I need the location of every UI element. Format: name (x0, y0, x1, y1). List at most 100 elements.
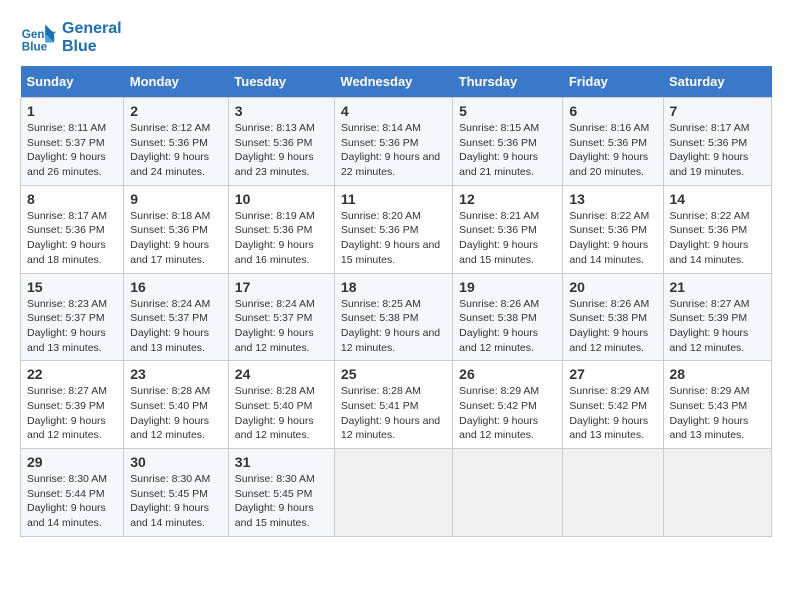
calendar-cell: 8 Sunrise: 8:17 AM Sunset: 5:36 PM Dayli… (21, 185, 124, 273)
day-number: 21 (670, 279, 766, 295)
day-info: Sunrise: 8:23 AM Sunset: 5:37 PM Dayligh… (27, 297, 117, 356)
calendar-cell: 5 Sunrise: 8:15 AM Sunset: 5:36 PM Dayli… (453, 98, 563, 186)
day-info: Sunrise: 8:28 AM Sunset: 5:40 PM Dayligh… (235, 384, 328, 443)
day-number: 6 (569, 103, 656, 119)
day-number: 26 (459, 366, 556, 382)
day-number: 9 (130, 191, 222, 207)
day-info: Sunrise: 8:16 AM Sunset: 5:36 PM Dayligh… (569, 121, 656, 180)
day-info: Sunrise: 8:27 AM Sunset: 5:39 PM Dayligh… (27, 384, 117, 443)
day-number: 17 (235, 279, 328, 295)
weekday-header-sunday: Sunday (21, 66, 124, 98)
day-number: 5 (459, 103, 556, 119)
page-header: General Blue GeneralBlue (20, 20, 772, 56)
calendar-cell: 28 Sunrise: 8:29 AM Sunset: 5:43 PM Dayl… (663, 361, 772, 449)
day-info: Sunrise: 8:22 AM Sunset: 5:36 PM Dayligh… (569, 209, 656, 268)
logo-text: GeneralBlue (62, 20, 122, 56)
calendar-cell: 10 Sunrise: 8:19 AM Sunset: 5:36 PM Dayl… (228, 185, 334, 273)
day-number: 24 (235, 366, 328, 382)
day-info: Sunrise: 8:18 AM Sunset: 5:36 PM Dayligh… (130, 209, 222, 268)
calendar-cell: 11 Sunrise: 8:20 AM Sunset: 5:36 PM Dayl… (334, 185, 452, 273)
day-info: Sunrise: 8:17 AM Sunset: 5:36 PM Dayligh… (27, 209, 117, 268)
weekday-header-friday: Friday (563, 66, 663, 98)
day-info: Sunrise: 8:25 AM Sunset: 5:38 PM Dayligh… (341, 297, 446, 356)
calendar-cell: 30 Sunrise: 8:30 AM Sunset: 5:45 PM Dayl… (124, 449, 229, 537)
calendar-cell: 20 Sunrise: 8:26 AM Sunset: 5:38 PM Dayl… (563, 273, 663, 361)
day-info: Sunrise: 8:30 AM Sunset: 5:44 PM Dayligh… (27, 472, 117, 531)
calendar-cell: 15 Sunrise: 8:23 AM Sunset: 5:37 PM Dayl… (21, 273, 124, 361)
calendar-cell: 16 Sunrise: 8:24 AM Sunset: 5:37 PM Dayl… (124, 273, 229, 361)
day-info: Sunrise: 8:24 AM Sunset: 5:37 PM Dayligh… (130, 297, 222, 356)
day-info: Sunrise: 8:20 AM Sunset: 5:36 PM Dayligh… (341, 209, 446, 268)
day-number: 23 (130, 366, 222, 382)
calendar-cell: 29 Sunrise: 8:30 AM Sunset: 5:44 PM Dayl… (21, 449, 124, 537)
logo: General Blue GeneralBlue (20, 20, 122, 56)
calendar-cell: 12 Sunrise: 8:21 AM Sunset: 5:36 PM Dayl… (453, 185, 563, 273)
day-number: 22 (27, 366, 117, 382)
calendar-cell (334, 449, 452, 537)
day-number: 29 (27, 454, 117, 470)
day-number: 16 (130, 279, 222, 295)
calendar-cell: 18 Sunrise: 8:25 AM Sunset: 5:38 PM Dayl… (334, 273, 452, 361)
day-info: Sunrise: 8:27 AM Sunset: 5:39 PM Dayligh… (670, 297, 766, 356)
calendar-cell: 24 Sunrise: 8:28 AM Sunset: 5:40 PM Dayl… (228, 361, 334, 449)
weekday-header-tuesday: Tuesday (228, 66, 334, 98)
weekday-header-thursday: Thursday (453, 66, 563, 98)
day-number: 10 (235, 191, 328, 207)
calendar-cell: 19 Sunrise: 8:26 AM Sunset: 5:38 PM Dayl… (453, 273, 563, 361)
day-number: 31 (235, 454, 328, 470)
day-info: Sunrise: 8:17 AM Sunset: 5:36 PM Dayligh… (670, 121, 766, 180)
calendar-cell: 22 Sunrise: 8:27 AM Sunset: 5:39 PM Dayl… (21, 361, 124, 449)
day-info: Sunrise: 8:29 AM Sunset: 5:43 PM Dayligh… (670, 384, 766, 443)
calendar-cell (453, 449, 563, 537)
day-number: 13 (569, 191, 656, 207)
calendar-cell: 9 Sunrise: 8:18 AM Sunset: 5:36 PM Dayli… (124, 185, 229, 273)
day-number: 28 (670, 366, 766, 382)
calendar-cell: 27 Sunrise: 8:29 AM Sunset: 5:42 PM Dayl… (563, 361, 663, 449)
day-info: Sunrise: 8:21 AM Sunset: 5:36 PM Dayligh… (459, 209, 556, 268)
day-info: Sunrise: 8:30 AM Sunset: 5:45 PM Dayligh… (130, 472, 222, 531)
day-info: Sunrise: 8:22 AM Sunset: 5:36 PM Dayligh… (670, 209, 766, 268)
calendar-cell: 23 Sunrise: 8:28 AM Sunset: 5:40 PM Dayl… (124, 361, 229, 449)
day-number: 25 (341, 366, 446, 382)
day-number: 12 (459, 191, 556, 207)
weekday-header-monday: Monday (124, 66, 229, 98)
weekday-header-saturday: Saturday (663, 66, 772, 98)
day-number: 1 (27, 103, 117, 119)
calendar-cell (563, 449, 663, 537)
day-info: Sunrise: 8:28 AM Sunset: 5:41 PM Dayligh… (341, 384, 446, 443)
day-number: 19 (459, 279, 556, 295)
logo-icon: General Blue (20, 20, 56, 56)
calendar-cell: 1 Sunrise: 8:11 AM Sunset: 5:37 PM Dayli… (21, 98, 124, 186)
day-info: Sunrise: 8:28 AM Sunset: 5:40 PM Dayligh… (130, 384, 222, 443)
weekday-header-wednesday: Wednesday (334, 66, 452, 98)
day-number: 14 (670, 191, 766, 207)
calendar-cell: 25 Sunrise: 8:28 AM Sunset: 5:41 PM Dayl… (334, 361, 452, 449)
calendar-cell: 31 Sunrise: 8:30 AM Sunset: 5:45 PM Dayl… (228, 449, 334, 537)
day-info: Sunrise: 8:26 AM Sunset: 5:38 PM Dayligh… (569, 297, 656, 356)
day-info: Sunrise: 8:30 AM Sunset: 5:45 PM Dayligh… (235, 472, 328, 531)
day-number: 30 (130, 454, 222, 470)
calendar-cell: 13 Sunrise: 8:22 AM Sunset: 5:36 PM Dayl… (563, 185, 663, 273)
day-info: Sunrise: 8:29 AM Sunset: 5:42 PM Dayligh… (569, 384, 656, 443)
day-info: Sunrise: 8:29 AM Sunset: 5:42 PM Dayligh… (459, 384, 556, 443)
day-number: 7 (670, 103, 766, 119)
day-info: Sunrise: 8:15 AM Sunset: 5:36 PM Dayligh… (459, 121, 556, 180)
calendar-cell: 14 Sunrise: 8:22 AM Sunset: 5:36 PM Dayl… (663, 185, 772, 273)
calendar-cell: 2 Sunrise: 8:12 AM Sunset: 5:36 PM Dayli… (124, 98, 229, 186)
calendar-cell: 3 Sunrise: 8:13 AM Sunset: 5:36 PM Dayli… (228, 98, 334, 186)
day-info: Sunrise: 8:12 AM Sunset: 5:36 PM Dayligh… (130, 121, 222, 180)
day-number: 15 (27, 279, 117, 295)
day-number: 27 (569, 366, 656, 382)
calendar-cell: 6 Sunrise: 8:16 AM Sunset: 5:36 PM Dayli… (563, 98, 663, 186)
calendar-cell: 17 Sunrise: 8:24 AM Sunset: 5:37 PM Dayl… (228, 273, 334, 361)
calendar-cell: 26 Sunrise: 8:29 AM Sunset: 5:42 PM Dayl… (453, 361, 563, 449)
calendar-cell: 7 Sunrise: 8:17 AM Sunset: 5:36 PM Dayli… (663, 98, 772, 186)
day-number: 20 (569, 279, 656, 295)
day-number: 8 (27, 191, 117, 207)
day-info: Sunrise: 8:14 AM Sunset: 5:36 PM Dayligh… (341, 121, 446, 180)
calendar-cell: 4 Sunrise: 8:14 AM Sunset: 5:36 PM Dayli… (334, 98, 452, 186)
day-number: 11 (341, 191, 446, 207)
day-number: 3 (235, 103, 328, 119)
day-info: Sunrise: 8:24 AM Sunset: 5:37 PM Dayligh… (235, 297, 328, 356)
day-number: 18 (341, 279, 446, 295)
